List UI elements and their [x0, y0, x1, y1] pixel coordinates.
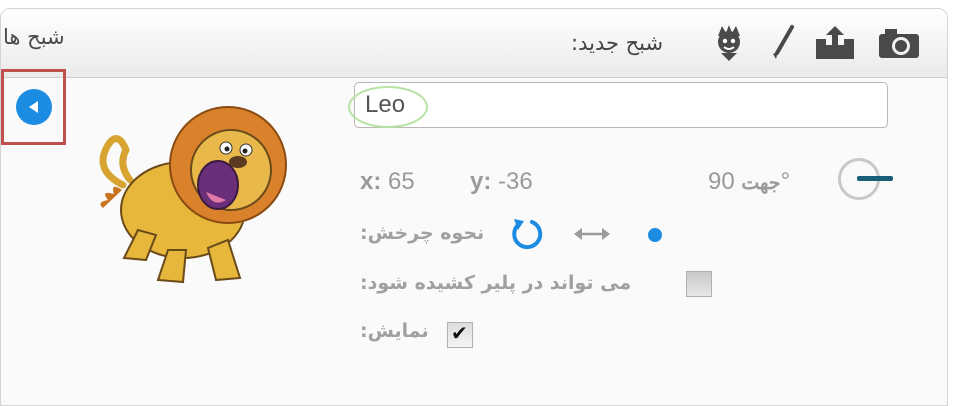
x-value: 65	[388, 168, 415, 195]
upload-sprite-button[interactable]	[813, 21, 857, 65]
direction-needle	[857, 176, 893, 181]
show-checkbox[interactable]: ✔	[447, 321, 473, 348]
sprite-library-icon	[718, 25, 740, 61]
panel-header: شبح ها :شبح جدید	[1, 9, 947, 78]
dont-rotate-button[interactable]	[646, 226, 664, 248]
back-arrow-icon	[15, 89, 52, 125]
x-position-readout: x: 65	[360, 168, 415, 196]
y-label: y:	[470, 168, 492, 195]
dont-rotate-dot-icon	[648, 228, 662, 242]
direction-readout: جهت 90°	[708, 168, 790, 196]
paint-brush-icon	[773, 25, 794, 59]
draggable-label: :می تواند در پلیر کشیده شود	[360, 272, 632, 294]
back-button[interactable]	[1, 69, 66, 145]
direction-label: جهت	[741, 173, 781, 194]
rotate-all-around-button[interactable]	[508, 216, 544, 256]
y-value: -36	[498, 168, 533, 195]
sprite-thumbnail	[99, 106, 287, 284]
rotate-all-around-icon	[512, 219, 543, 250]
camera-sprite-button[interactable]	[877, 21, 921, 65]
panel-title: شبح ها	[3, 25, 65, 49]
new-sprite-label: :شبح جدید	[571, 31, 664, 55]
camera-icon	[879, 29, 919, 58]
rotation-style-label: :نحوه چرخش	[360, 222, 485, 244]
y-position-readout: y: -36	[470, 168, 533, 196]
show-label: :نمایش	[360, 320, 429, 342]
draggable-checkbox[interactable]	[686, 271, 712, 297]
direction-dial[interactable]	[838, 158, 893, 200]
rotate-left-right-button[interactable]	[572, 222, 612, 250]
check-icon: ✔	[451, 321, 468, 345]
paint-new-sprite-button[interactable]	[761, 21, 805, 65]
choose-sprite-library-button[interactable]	[707, 21, 751, 65]
sprite-name-input[interactable]	[354, 82, 888, 128]
upload-sprite-icon	[816, 26, 854, 59]
left-right-arrow-icon	[574, 228, 610, 240]
x-label: x:	[360, 168, 382, 195]
